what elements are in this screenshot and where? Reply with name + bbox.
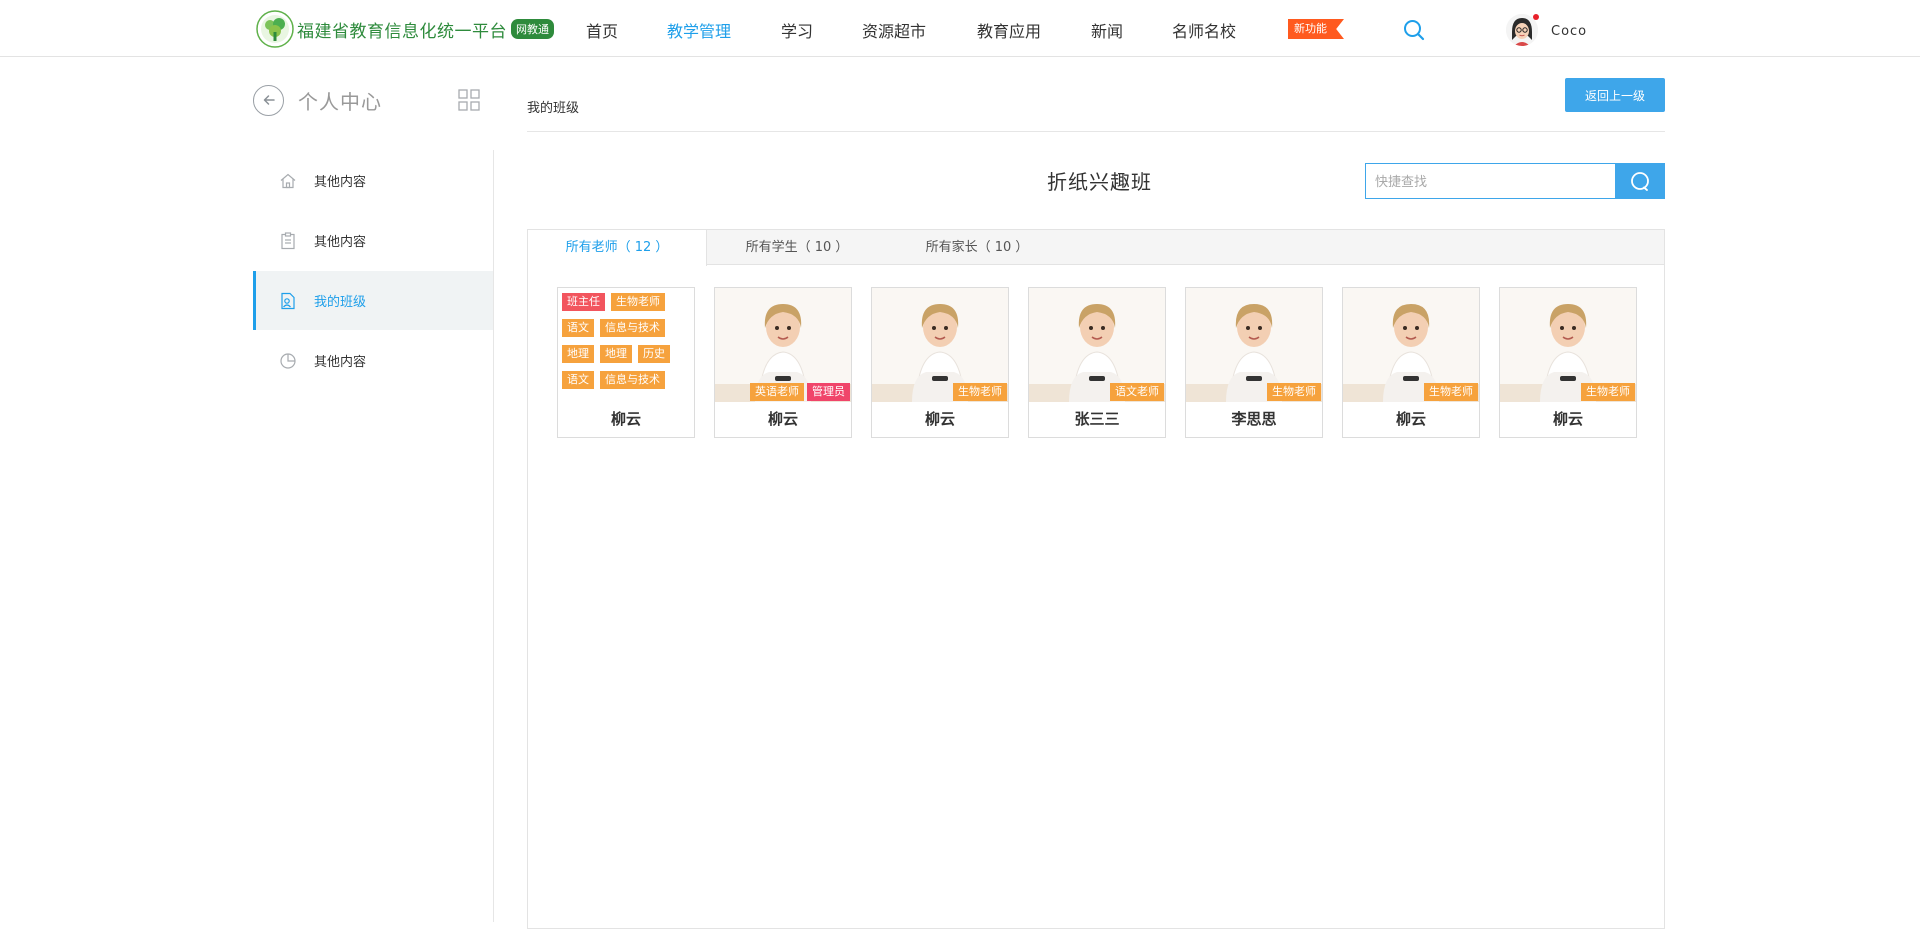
tag-badge: 英语老师: [750, 383, 804, 401]
sidebar-item-label: 我的班级: [314, 295, 367, 310]
teacher-name: 柳云: [1552, 410, 1583, 428]
teacher-card[interactable]: 班主任 生物老师 语文 信息与技术 地理 地理 历史 语文 信息与技术 柳云: [557, 287, 695, 438]
sidebar-item-other-2[interactable]: 其他内容: [253, 211, 493, 270]
nav-news[interactable]: 新闻: [1091, 18, 1123, 42]
nav-education-apps[interactable]: 教育应用: [977, 18, 1041, 42]
tab-all-students[interactable]: 所有学生（ 10 ）: [707, 230, 887, 265]
tag-badge: 信息与技术: [600, 319, 665, 337]
members-panel: 所有老师（ 12 ） 所有学生（ 10 ） 所有家长（ 10 ） 班主任 生物老…: [527, 229, 1665, 929]
teacher-card[interactable]: 生物老师 柳云: [871, 287, 1009, 438]
nav-home[interactable]: 首页: [586, 18, 618, 42]
sidebar-header: 个人中心: [253, 83, 382, 117]
tag-badge: 生物老师: [1424, 383, 1478, 401]
search-icon[interactable]: [1402, 18, 1426, 42]
arrow-left-icon: [263, 95, 275, 105]
tag-badge: 地理: [562, 345, 594, 363]
breadcrumb: 我的班级: [527, 101, 580, 116]
username[interactable]: Coco: [1551, 24, 1587, 39]
platform-badge: 网教通: [511, 19, 554, 39]
tag-badge: 生物老师: [611, 293, 665, 311]
teacher-name: 张三三: [1074, 410, 1120, 428]
role-tags: 英语老师 管理员: [750, 383, 850, 401]
teacher-card[interactable]: 语文老师 张三三: [1028, 287, 1166, 438]
role-tags: 生物老师: [1267, 383, 1321, 401]
tree-logo-icon: [256, 10, 294, 48]
sidebar-item-my-class[interactable]: 我的班级: [253, 271, 493, 330]
tag-badge: 语文: [562, 319, 594, 337]
tag-badge: 生物老师: [1267, 383, 1321, 401]
return-previous-button[interactable]: 返回上一级: [1565, 78, 1665, 112]
tag-badge: 语文老师: [1110, 383, 1164, 401]
sidebar-item-label: 其他内容: [314, 235, 367, 250]
teacher-name: 李思思: [1231, 410, 1277, 428]
tab-all-teachers[interactable]: 所有老师（ 12 ）: [528, 230, 707, 266]
notification-dot: [1533, 14, 1539, 20]
tab-all-parents[interactable]: 所有家长（ 10 ）: [887, 230, 1067, 265]
sidebar-item-label: 其他内容: [314, 175, 367, 190]
tag-badge: 语文: [562, 371, 594, 389]
tag-badge: 信息与技术: [600, 371, 665, 389]
tag-badge: 生物老师: [953, 383, 1007, 401]
quick-search-button[interactable]: [1615, 163, 1665, 199]
content-divider: [527, 131, 1665, 132]
teacher-name: 柳云: [767, 410, 798, 428]
grid-menu-icon[interactable]: [458, 89, 480, 111]
clipboard-icon: [281, 231, 295, 249]
sidebar-item-label: 其他内容: [314, 355, 367, 370]
sidebar-divider: [493, 150, 494, 922]
nav-resource-market[interactable]: 资源超市: [862, 18, 926, 42]
teacher-card[interactable]: 生物老师 李思思: [1185, 287, 1323, 438]
teacher-card[interactable]: 生物老师 柳云: [1499, 287, 1637, 438]
tag-badge: 班主任: [562, 293, 605, 311]
sidebar-item-other-3[interactable]: 其他内容: [253, 331, 493, 390]
teacher-name: 柳云: [1395, 410, 1426, 428]
search-icon: [1631, 172, 1649, 191]
sidebar-title: 个人中心: [298, 89, 382, 114]
role-tags: 生物老师: [1581, 383, 1635, 401]
class-title: 折纸兴趣班: [1047, 170, 1152, 194]
teacher-card[interactable]: 生物老师 柳云: [1342, 287, 1480, 438]
nav-famous-teachers[interactable]: 名师名校: [1172, 18, 1236, 42]
teacher-card[interactable]: 英语老师 管理员 柳云: [714, 287, 852, 438]
tag-badge: 管理员: [807, 383, 850, 401]
pie-chart-icon: [280, 352, 296, 369]
sidebar-item-other-1[interactable]: 其他内容: [253, 151, 493, 210]
new-feature-badge[interactable]: 新功能: [1288, 19, 1344, 39]
platform-name: 福建省教育信息化统一平台: [297, 21, 507, 42]
role-tags: 语文老师: [1110, 383, 1164, 401]
subject-tags: 班主任 生物老师 语文 信息与技术 地理 地理 历史 语文 信息与技术: [562, 293, 692, 389]
role-tags: 生物老师: [953, 383, 1007, 401]
top-navigation-bar: 福建省教育信息化统一平台 网教通 首页 教学管理 学习 资源超市 教育应用 新闻…: [0, 0, 1920, 57]
teacher-name: 柳云: [610, 410, 641, 428]
nav-teaching-management[interactable]: 教学管理: [667, 18, 731, 42]
quick-search-input[interactable]: [1365, 163, 1616, 199]
back-button[interactable]: [253, 84, 284, 116]
member-tabs: 所有老师（ 12 ） 所有学生（ 10 ） 所有家长（ 10 ）: [528, 230, 1664, 266]
platform-logo[interactable]: 福建省教育信息化统一平台 网教通: [256, 10, 554, 48]
teacher-name: 柳云: [924, 410, 955, 428]
class-icon: [281, 292, 295, 309]
tag-badge: 历史: [638, 345, 670, 363]
home-icon: [280, 173, 296, 188]
tag-badge: 生物老师: [1581, 383, 1635, 401]
role-tags: 生物老师: [1424, 383, 1478, 401]
tag-badge: 地理: [600, 345, 632, 363]
nav-study[interactable]: 学习: [781, 18, 813, 42]
